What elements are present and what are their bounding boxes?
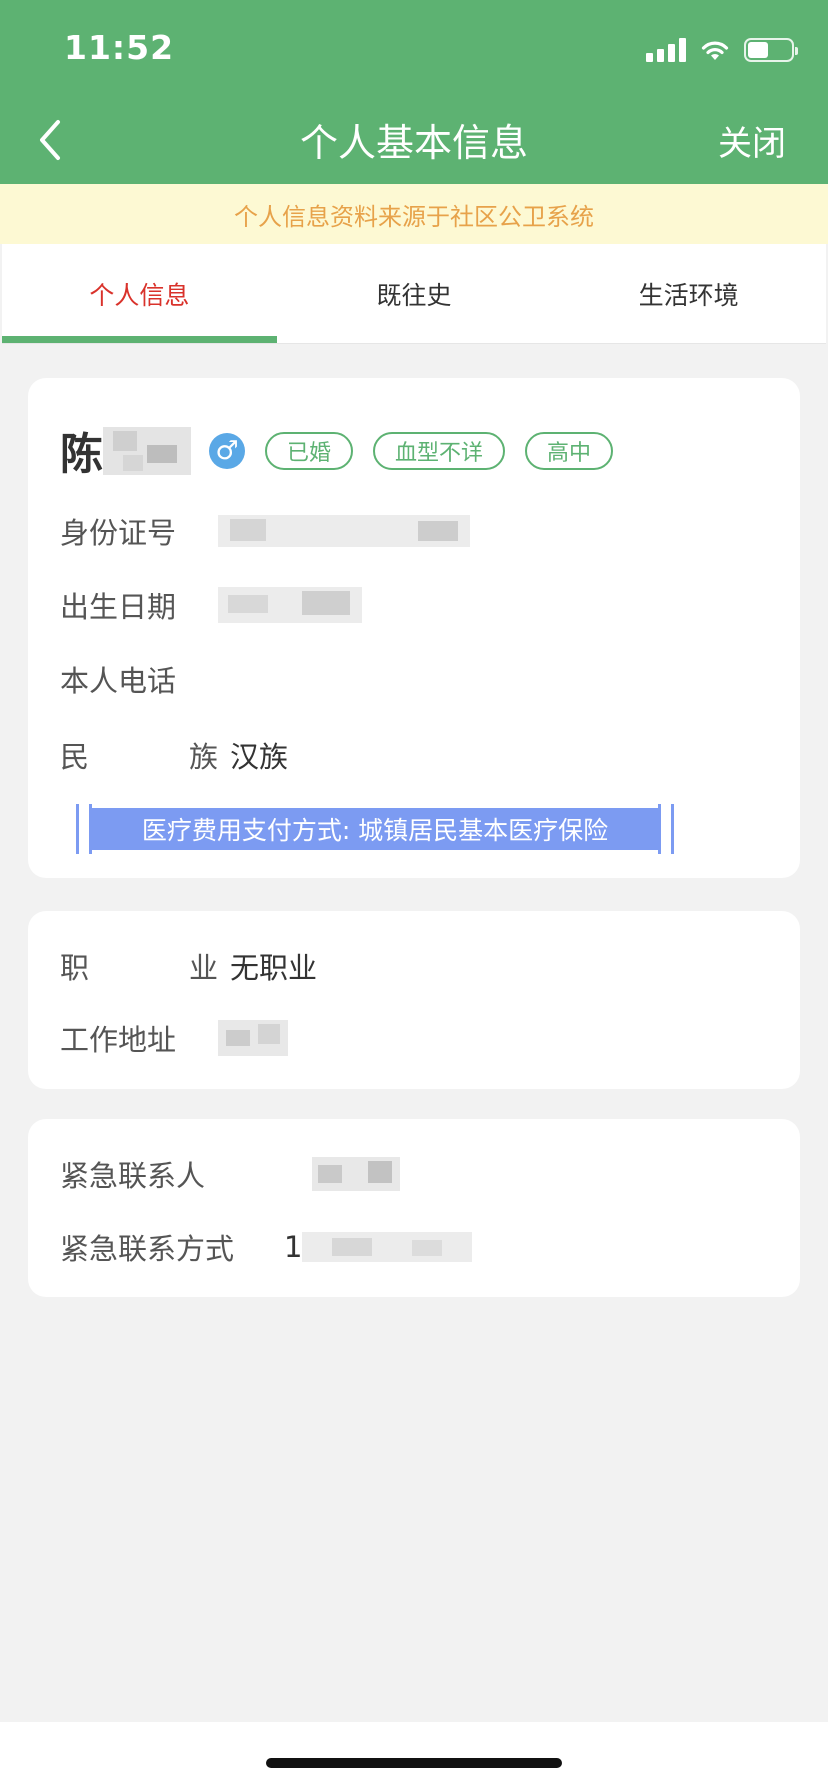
tab-bar: 个人信息 既往史 生活环境: [2, 244, 826, 344]
ethnicity-value: 汉族: [230, 740, 289, 774]
close-button[interactable]: 关闭: [718, 116, 786, 165]
tag-marital: 已婚: [265, 432, 354, 470]
tag-education: 高中: [525, 432, 614, 470]
ethnicity-row: 民 族 汉族: [60, 730, 288, 780]
birth-date-redacted: [218, 587, 362, 623]
battery-icon: [744, 38, 798, 62]
birth-date-row: 出生日期: [60, 580, 362, 630]
status-icons: [646, 34, 798, 66]
occupation-row: 职 业 无职业: [60, 941, 317, 991]
emergency-contact-redacted: [312, 1157, 400, 1191]
home-indicator[interactable]: [266, 1758, 562, 1768]
id-number-row: 身份证号: [60, 506, 470, 556]
occupation-value: 无职业: [230, 951, 318, 985]
work-info-card: 职 业 无职业 工作地址: [28, 911, 800, 1089]
id-number-redacted: [218, 515, 470, 547]
work-address-redacted: [218, 1020, 288, 1056]
emergency-phone-label: 紧急联系方式: [60, 1232, 235, 1266]
tab-personal-info[interactable]: 个人信息: [2, 244, 277, 343]
male-icon: ♂: [209, 433, 245, 469]
payment-method-highlight: 医疗费用支付方式: 城镇居民基本医疗保险: [76, 804, 674, 854]
app-header: 11:52 个人基本信息 关闭: [0, 0, 828, 184]
bottom-safe-area: [0, 1722, 828, 1792]
phone-row: 本人电话: [60, 654, 218, 704]
tab-living-environment[interactable]: 生活环境: [551, 244, 826, 343]
emergency-contact-label: 紧急联系人: [60, 1159, 206, 1193]
work-address-label: 工作地址: [60, 1023, 177, 1057]
id-number-label: 身份证号: [60, 516, 177, 550]
emergency-phone-row: 紧急联系方式 1: [60, 1222, 473, 1272]
tag-blood-type: 血型不详: [373, 432, 506, 470]
page-title: 个人基本信息: [299, 121, 528, 165]
emergency-contact-row: 紧急联系人: [60, 1149, 400, 1199]
emergency-phone-redacted: [302, 1232, 473, 1262]
name-row: 陈 ♂ 已婚 血型不详 高中: [60, 416, 614, 486]
data-source-notice: 个人信息资料来源于社区公卫系统: [0, 184, 828, 244]
emergency-phone-prefix: 1: [284, 1230, 303, 1264]
personal-info-card: 陈 ♂ 已婚 血型不详 高中 身份证号 出生日期 本人电话 民 族 汉族 医疗费…: [28, 378, 800, 878]
name-redacted: [103, 427, 191, 475]
occupation-label: 职 业: [60, 951, 218, 985]
tab-medical-history[interactable]: 既往史: [277, 244, 552, 343]
work-address-row: 工作地址: [60, 1013, 288, 1063]
emergency-contact-card: 紧急联系人 紧急联系方式 1: [28, 1119, 800, 1297]
phone-label: 本人电话: [60, 664, 177, 698]
birth-date-label: 出生日期: [60, 590, 177, 624]
wifi-icon: [701, 41, 729, 60]
surname: 陈: [60, 430, 103, 480]
signal-icon: [646, 38, 686, 62]
status-time: 11:52: [64, 28, 175, 67]
ethnicity-label: 民 族: [60, 740, 218, 774]
